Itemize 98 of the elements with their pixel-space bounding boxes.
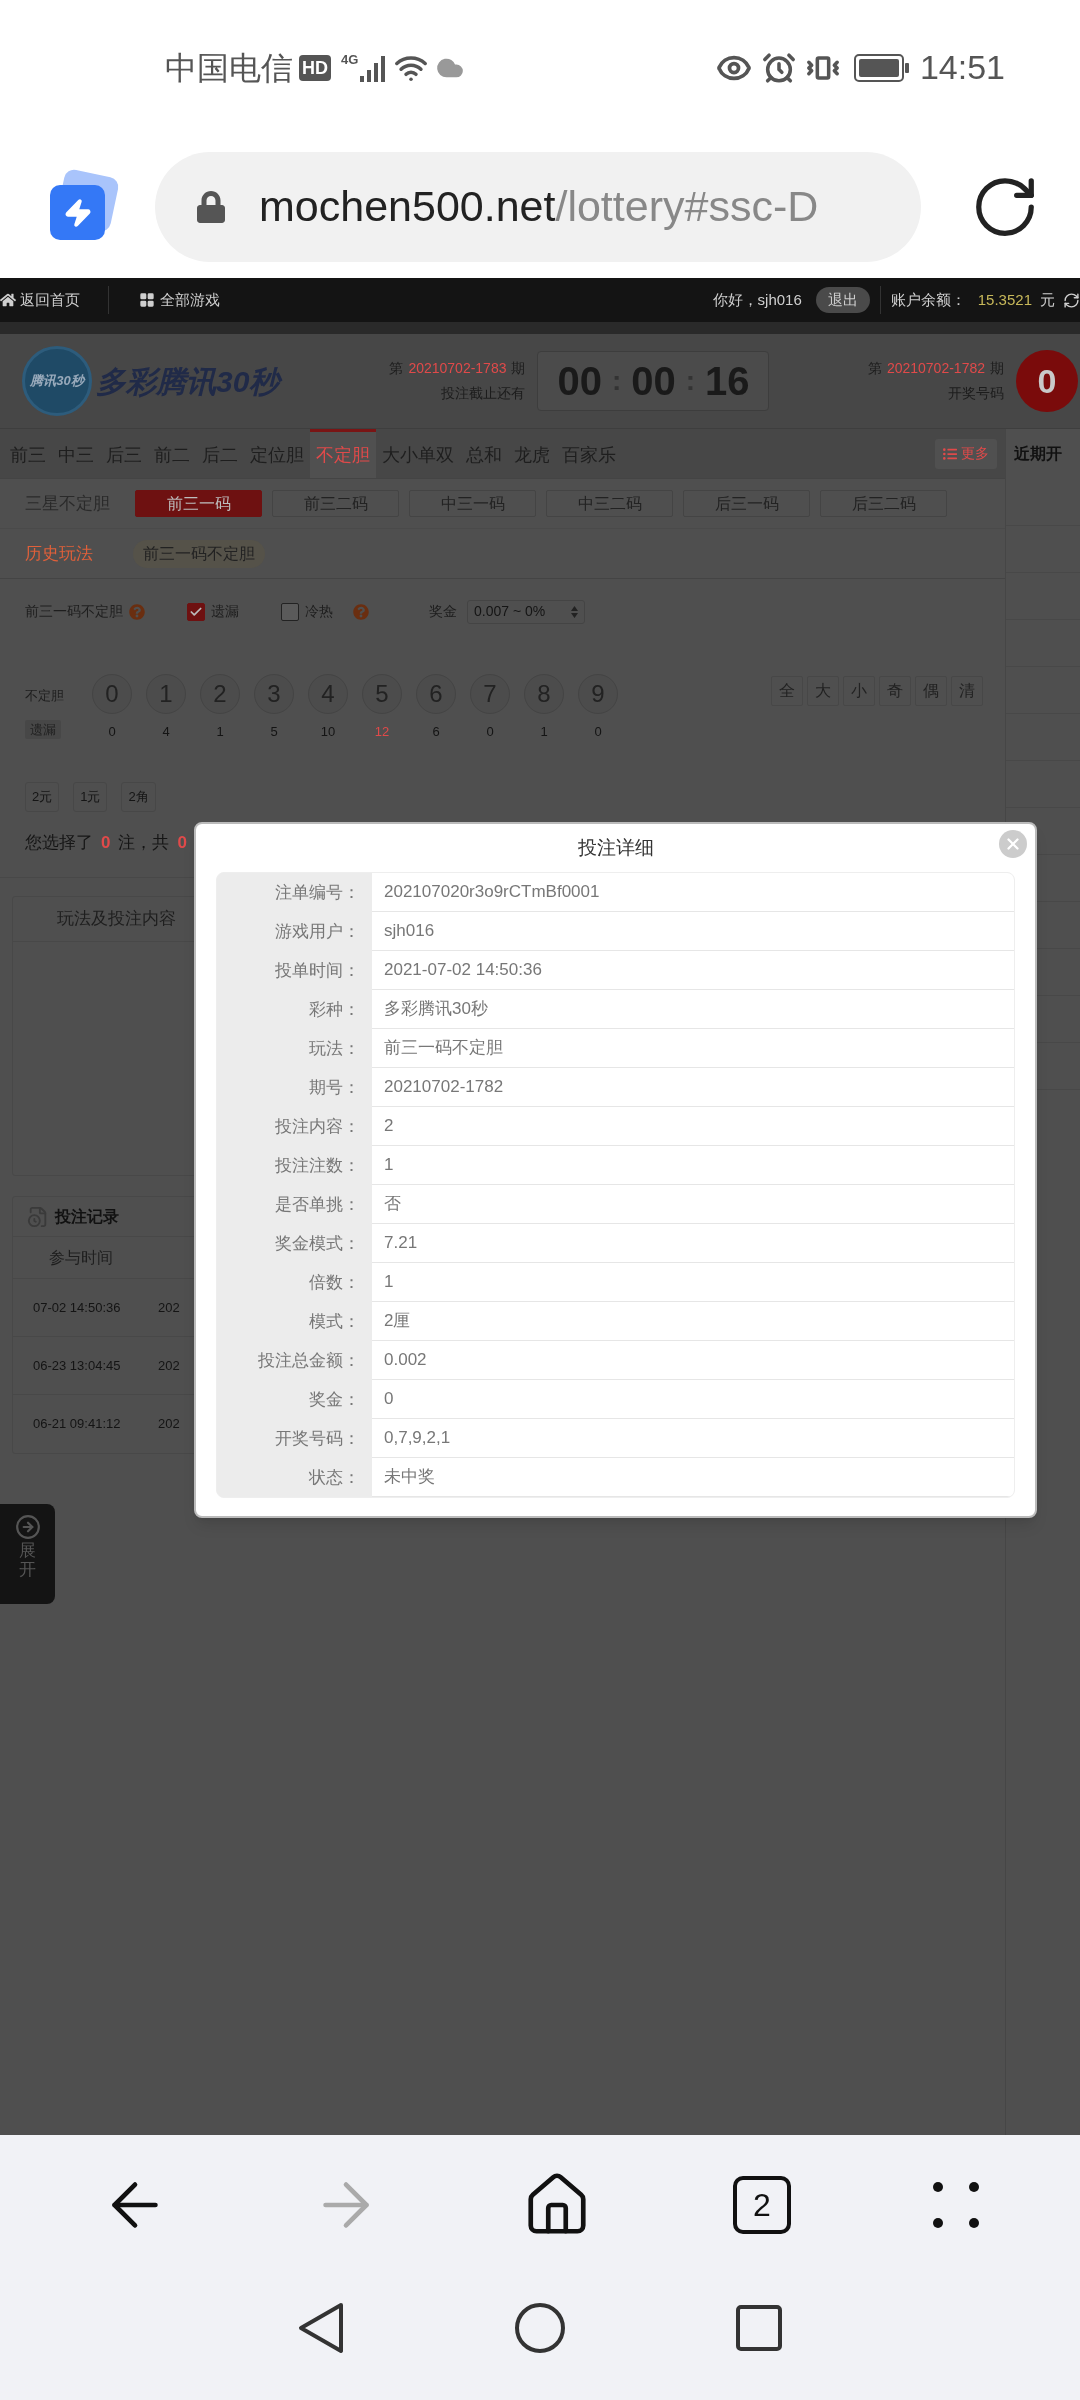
greeting-text: 你好，sjh016 — [712, 289, 802, 310]
detail-value: 1 — [372, 1263, 1014, 1302]
carrier-name: 中国电信 — [165, 48, 293, 88]
detail-value: 前三一码不定胆 — [372, 1029, 1014, 1068]
miss-count: 5 — [270, 723, 278, 741]
table-cell-text: 202 — [158, 1298, 180, 1317]
summary-text: 您选择了 — [25, 831, 93, 854]
dialog-title: 投注详细 — [577, 835, 654, 860]
game-tab[interactable]: 不定胆 — [310, 429, 376, 478]
detail-label: 是否单挑： — [274, 1193, 361, 1216]
detail-label: 奖金模式： — [274, 1232, 361, 1255]
all-games-link[interactable]: 全部游戏 — [160, 288, 220, 312]
detail-value: 多彩腾讯30秒 — [372, 990, 1014, 1029]
miss-count: 0 — [594, 723, 602, 741]
detail-label: 模式： — [308, 1310, 361, 1333]
table-cell-text: 07-02 14:50:36 — [33, 1298, 122, 1317]
table-cell-text: 202 — [158, 1415, 180, 1434]
detail-label: 投注总金额： — [257, 1349, 361, 1372]
logout-button[interactable]: 退出 — [815, 287, 870, 313]
checkbox[interactable] — [281, 602, 299, 621]
menu-icon[interactable] — [931, 2181, 980, 2229]
detail-label: 注单编号： — [274, 881, 361, 904]
currency-label: 元 — [1040, 289, 1055, 310]
detail-value: 2厘 — [372, 1302, 1014, 1341]
prize-select[interactable]: 0.007 ~ 0% — [467, 599, 585, 624]
subtab-button[interactable]: 前三一码 — [135, 490, 262, 517]
miss-count: 12 — [374, 723, 390, 741]
detail-label: 奖金： — [308, 1388, 361, 1411]
detail-label: 投单时间： — [274, 959, 361, 982]
history-label: 历史玩法 — [25, 542, 93, 565]
network-type: 4G — [341, 51, 359, 69]
recents-square-icon[interactable] — [736, 2304, 782, 2351]
back-triangle-icon[interactable] — [298, 2301, 344, 2354]
detail-value: 0,7,9,2,1 — [372, 1419, 1014, 1458]
summary-text: 注，共 — [118, 831, 170, 854]
miss-count: 0 — [486, 723, 494, 741]
url-path: /lottery#ssc-D — [555, 181, 819, 233]
detail-label: 状态： — [308, 1466, 361, 1489]
balance-label: 账户余额： — [890, 289, 966, 310]
side-title: 近期开 — [1014, 444, 1062, 464]
bet-total: 0 — [177, 831, 187, 854]
miss-count: 1 — [216, 723, 224, 741]
home-icon — [0, 292, 16, 308]
expand-tab[interactable]: 展开 — [0, 1504, 55, 1604]
table-cell-text: 202 — [158, 1356, 180, 1375]
countdown-separator: : — [685, 364, 696, 398]
detail-label: 期号： — [308, 1076, 361, 1099]
unit-button[interactable]: 2角 — [121, 781, 156, 812]
alarm-icon — [761, 50, 796, 85]
hd-badge: HD — [299, 54, 331, 81]
current-issue: 20210702-1783 — [408, 359, 507, 378]
lock-icon — [197, 190, 225, 223]
battery-icon — [853, 53, 910, 82]
detail-value: 2 — [372, 1107, 1014, 1146]
detail-label: 彩种： — [308, 998, 361, 1021]
close-icon — [1004, 835, 1022, 853]
checkbox[interactable] — [187, 602, 205, 621]
table-cell-text: 06-23 13:04:45 — [33, 1356, 122, 1375]
detail-label: 投注注数： — [274, 1154, 361, 1177]
tabs-button[interactable]: 2 — [732, 2176, 791, 2234]
detail-value: 未中奖 — [372, 1458, 1014, 1497]
detail-value: sjh016 — [372, 912, 1014, 951]
detail-label: 游戏用户： — [274, 920, 361, 943]
bet-count: 0 — [101, 831, 111, 854]
balance-amount: 15.3521 — [977, 289, 1032, 310]
last-issue: 20210702-1782 — [886, 359, 985, 378]
detail-label: 玩法： — [308, 1037, 361, 1060]
home-circle-icon[interactable] — [514, 2301, 566, 2354]
miss-count: 4 — [162, 723, 170, 741]
records-title: 投注记录 — [55, 1206, 119, 1227]
url-host: mochen500.net — [259, 181, 556, 233]
grid-icon — [139, 292, 155, 308]
miss-count: 0 — [108, 723, 116, 741]
detail-value: 0 — [372, 1380, 1014, 1419]
home-link[interactable]: 返回首页 — [20, 288, 80, 312]
list-icon — [943, 446, 957, 461]
miss-count: 1 — [540, 723, 548, 741]
spinner-icon — [571, 605, 578, 618]
refresh-icon[interactable] — [1063, 291, 1080, 309]
detail-value: 20210702-1782 — [372, 1068, 1014, 1107]
detail-value: 1 — [372, 1146, 1014, 1185]
more-button[interactable]: 更多 — [935, 438, 997, 469]
table-cell-text: 06-21 09:41:12 — [33, 1415, 122, 1434]
detail-value: 7.21 — [372, 1224, 1014, 1263]
detail-label: 开奖号码： — [274, 1427, 361, 1450]
clock-time: 14:51 — [919, 47, 1005, 88]
detail-value: 2021-07-02 14:50:36 — [372, 951, 1014, 990]
miss-count: 6 — [432, 723, 440, 741]
detail-label: 倍数： — [308, 1271, 361, 1294]
detail-value: 202107020r3o9rCTmBf0001 — [372, 873, 1014, 912]
countdown-separator: : — [611, 364, 622, 398]
miss-count: 10 — [320, 723, 336, 741]
detail-value: 否 — [372, 1185, 1014, 1224]
detail-value: 0.002 — [372, 1341, 1014, 1380]
logo-badge: 腾讯30秒 — [22, 346, 92, 416]
detail-label: 投注内容： — [274, 1115, 361, 1138]
signal-icon — [360, 53, 387, 82]
url-field[interactable]: mochen500.net/lottery#ssc-D — [155, 151, 921, 262]
